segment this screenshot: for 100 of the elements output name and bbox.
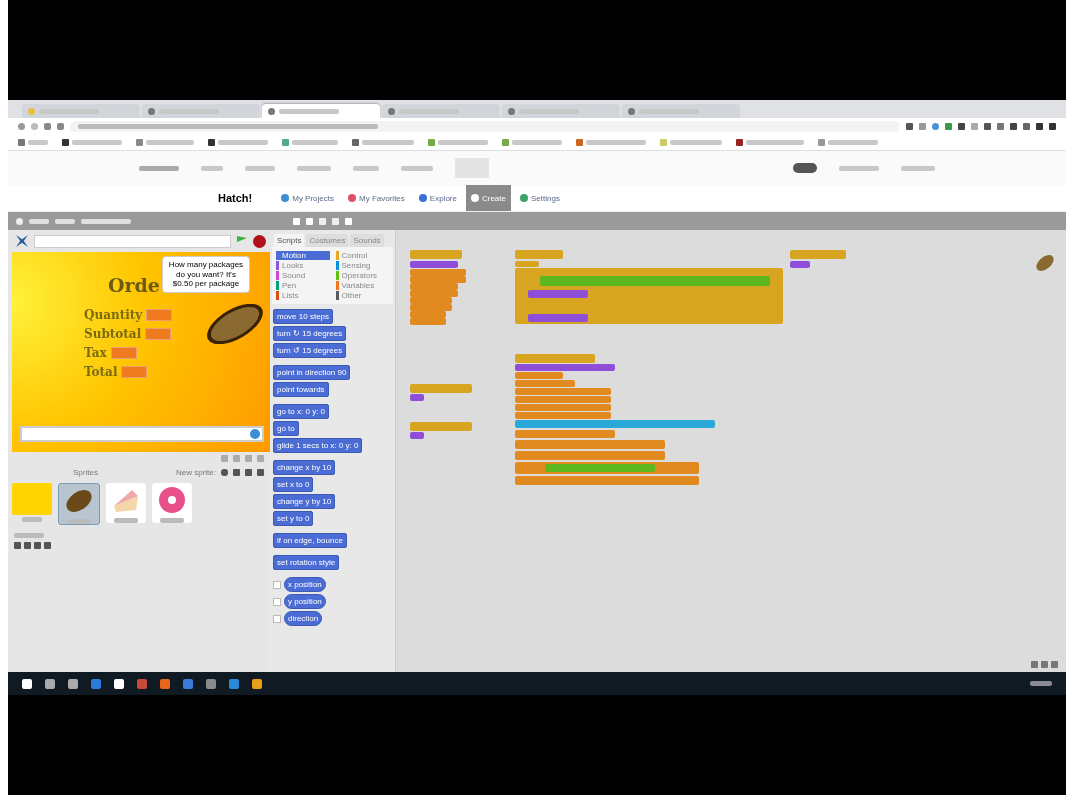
command-block[interactable]: set x to 0 xyxy=(273,477,314,492)
editor-tab[interactable]: Sounds xyxy=(350,234,384,247)
blurred-label xyxy=(55,218,75,224)
blurred-label xyxy=(297,165,331,171)
command-block[interactable]: point in direction 90 xyxy=(273,365,351,380)
blurred-label xyxy=(201,165,223,171)
command-block[interactable]: point towards xyxy=(273,382,329,397)
sprite-thumbnail[interactable] xyxy=(106,483,146,523)
variable-watcher xyxy=(146,309,173,321)
blurred-label xyxy=(81,218,131,224)
taskbar-icon[interactable] xyxy=(114,678,124,689)
check-icon[interactable] xyxy=(250,429,260,439)
taskbar-icon[interactable] xyxy=(22,678,32,689)
reporter-block[interactable]: y position xyxy=(284,594,326,609)
command-block[interactable]: change y by 10 xyxy=(273,494,336,509)
toolbar-icon[interactable] xyxy=(736,138,743,146)
browser-tab[interactable] xyxy=(622,104,740,118)
blurred-label xyxy=(72,139,122,145)
nav-tab[interactable]: My Favorites xyxy=(359,193,405,203)
variable-watcher xyxy=(145,328,172,340)
editor-tab[interactable]: Costumes xyxy=(306,234,349,247)
blurred-label xyxy=(362,139,414,145)
toolbar-icon[interactable] xyxy=(208,138,215,146)
browser-tab[interactable] xyxy=(382,104,500,118)
blurred-label xyxy=(438,139,488,145)
command-block[interactable]: go to x: 0 y: 0 xyxy=(273,404,330,419)
checkbox[interactable] xyxy=(273,580,281,589)
category-button[interactable]: Sound xyxy=(276,271,330,280)
sprite-name-field[interactable] xyxy=(34,234,231,248)
notification-badge[interactable] xyxy=(793,163,817,173)
blurred-label xyxy=(29,218,49,224)
taskbar-icon[interactable] xyxy=(252,678,262,689)
reporter-block[interactable]: direction xyxy=(284,611,323,626)
command-block[interactable]: if on edge, bounce xyxy=(273,533,347,548)
editor-tab[interactable]: Scripts xyxy=(274,234,305,247)
nav-tab[interactable]: My Projects xyxy=(292,193,335,203)
nav-tab[interactable]: Explore xyxy=(429,193,457,203)
bread-sprite-icon xyxy=(1034,252,1056,274)
category-button[interactable]: Operators xyxy=(335,271,389,280)
command-block[interactable]: move 10 steps xyxy=(273,309,334,324)
variable-label: Subtotal xyxy=(84,327,142,341)
sprite-thumbnail[interactable] xyxy=(152,483,192,523)
corral-header: Sprites xyxy=(73,468,98,477)
variable-label: Tax xyxy=(84,346,107,360)
variable-label: Total xyxy=(84,365,118,379)
browser-tab[interactable] xyxy=(142,104,260,118)
command-block[interactable]: turn ↺ 15 degrees xyxy=(273,343,347,358)
checkbox[interactable] xyxy=(273,597,281,606)
speech-bubble: How many packages do you want? It's $0.50 per package xyxy=(162,256,250,293)
stage-heading: Orde xyxy=(108,274,160,296)
category-button[interactable]: Pen xyxy=(276,281,330,290)
command-block[interactable]: change x by 10 xyxy=(273,460,336,475)
category-button[interactable]: Sensing xyxy=(335,261,389,270)
toolbar-icon[interactable] xyxy=(352,138,359,146)
command-block[interactable]: set rotation style xyxy=(273,555,340,570)
category-button[interactable]: Other xyxy=(335,291,389,300)
blurred-label xyxy=(901,165,935,171)
reporter-block[interactable]: x position xyxy=(284,577,326,592)
checkbox[interactable] xyxy=(273,614,281,623)
command-block[interactable]: glide 1 secs to x: 0 y: 0 xyxy=(273,438,363,453)
new-sprite-label: New sprite: xyxy=(176,468,216,477)
blurred-label xyxy=(292,139,338,145)
variable-watcher xyxy=(121,366,148,378)
blurred-label xyxy=(14,533,44,538)
blurred-label xyxy=(28,139,48,145)
command-block[interactable]: set y to 0 xyxy=(273,511,314,526)
browser-tab[interactable] xyxy=(502,104,620,118)
command-block[interactable]: go to xyxy=(273,421,299,436)
category-button[interactable]: Motion xyxy=(276,251,330,260)
blurred-label xyxy=(670,139,722,145)
blurred-label xyxy=(401,165,433,171)
taskbar-icon[interactable] xyxy=(45,678,55,689)
variable-label: Quantity xyxy=(84,308,143,322)
browser-tab[interactable] xyxy=(262,104,380,118)
blurred-label xyxy=(353,165,379,171)
blurred-label xyxy=(828,139,878,145)
category-button[interactable]: Variables xyxy=(335,281,389,290)
category-button[interactable]: Lists xyxy=(276,291,330,300)
blurred-label xyxy=(67,518,91,524)
sprite-thumbnail[interactable] xyxy=(58,483,100,525)
blurred-label xyxy=(146,139,194,145)
blurred-label xyxy=(160,517,184,523)
category-button[interactable]: Looks xyxy=(276,261,330,270)
sprite-icon xyxy=(16,235,28,247)
taskbar-icon[interactable] xyxy=(68,678,78,689)
blurred-label xyxy=(22,517,42,522)
address-bar[interactable] xyxy=(70,120,900,132)
stage-thumbnail[interactable] xyxy=(12,483,52,515)
blurred-label xyxy=(279,108,339,114)
blurred-label xyxy=(114,517,138,523)
nav-tab[interactable]: Settings xyxy=(530,193,560,203)
stop-icon[interactable] xyxy=(253,234,266,248)
blurred-label xyxy=(746,139,804,145)
command-block[interactable]: turn ↻ 15 degrees xyxy=(273,326,347,341)
category-button[interactable]: Control xyxy=(335,251,389,260)
answer-field[interactable] xyxy=(20,426,264,442)
code-blocks-drawing[interactable] xyxy=(410,250,846,485)
blurred-label xyxy=(512,139,562,145)
blurred-label xyxy=(586,139,646,145)
blurred-label xyxy=(218,139,268,145)
